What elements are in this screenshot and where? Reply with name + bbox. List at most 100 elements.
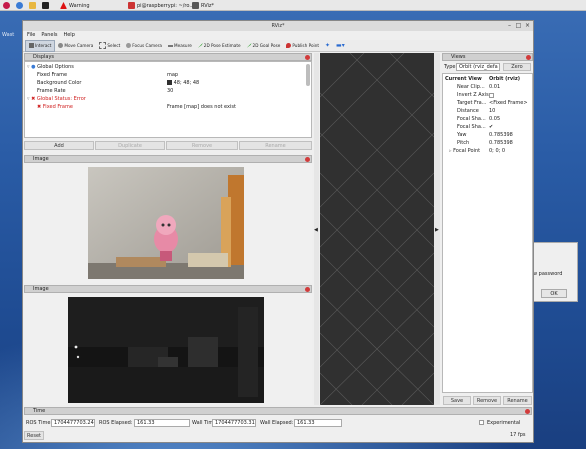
green-arrow-icon bbox=[197, 43, 203, 48]
duplicate-button[interactable]: Duplicate bbox=[95, 141, 165, 150]
add-button[interactable]: Add bbox=[24, 141, 94, 150]
displays-scrollbar[interactable] bbox=[306, 64, 310, 86]
views-save-button[interactable]: Save bbox=[443, 396, 471, 405]
image-panel-2-header: Image bbox=[24, 285, 312, 293]
close-panel-icon[interactable] bbox=[305, 287, 310, 292]
views-row-value[interactable]: 0.785398 bbox=[489, 140, 513, 147]
displays-row-background-color[interactable]: Background Color bbox=[37, 80, 81, 87]
select-icon bbox=[99, 42, 107, 49]
views-row-label[interactable]: Focal Sha... bbox=[457, 124, 486, 131]
views-row-label[interactable]: Target Fra... bbox=[457, 100, 486, 107]
close-icon[interactable]: × bbox=[524, 22, 531, 29]
views-row-label[interactable]: Yaw bbox=[457, 132, 467, 139]
password-dialog-text: w password bbox=[533, 271, 563, 277]
current-view-row[interactable]: Current View bbox=[445, 76, 482, 83]
tool-publish-point[interactable]: Publish Point bbox=[283, 41, 322, 51]
tool-focus-camera[interactable]: Focus Camera bbox=[123, 41, 165, 51]
wall-time-field[interactable]: 1704477703.31 bbox=[212, 419, 256, 427]
view-type-select[interactable]: Orbit (rviz_defa bbox=[456, 63, 500, 71]
warning-icon bbox=[60, 2, 67, 9]
views-row-value[interactable]: 10 bbox=[489, 108, 495, 115]
rename-button[interactable]: Rename bbox=[239, 141, 312, 150]
views-row-label[interactable]: Invert Z Axis bbox=[457, 92, 489, 99]
background-color-value[interactable]: 48; 48; 48 bbox=[167, 80, 199, 87]
invert-z-checkbox[interactable] bbox=[489, 93, 494, 98]
desktop-label: Wast bbox=[2, 32, 15, 38]
displays-row-global-status[interactable]: ▿ ✖ Global Status: Error bbox=[27, 96, 86, 103]
displays-row-fixed-frame-error[interactable]: ✖ Fixed Frame bbox=[37, 104, 73, 111]
image-panel-1 bbox=[24, 163, 312, 283]
ros-elapsed-field[interactable]: 161.33 bbox=[134, 419, 190, 427]
views-row-value[interactable]: 0; 0; 0 bbox=[489, 148, 505, 155]
left-splitter[interactable]: ◀ bbox=[314, 53, 319, 405]
focal-point-row[interactable]: ▹ Focal Point bbox=[449, 148, 480, 155]
move-camera-icon bbox=[58, 43, 64, 48]
maximize-icon[interactable]: □ bbox=[515, 22, 522, 29]
views-rename-button[interactable]: Rename bbox=[503, 396, 532, 405]
views-remove-button[interactable]: Remove bbox=[473, 396, 501, 405]
right-splitter[interactable]: ▶ bbox=[434, 53, 440, 405]
globe-small-icon: ● bbox=[31, 64, 36, 70]
views-row-value[interactable]: 0.05 bbox=[489, 116, 500, 123]
current-view-label: Current View bbox=[445, 76, 482, 82]
background-color-text: 48; 48; 48 bbox=[173, 80, 200, 86]
minimize-icon[interactable]: – bbox=[506, 22, 513, 29]
close-panel-icon[interactable] bbox=[305, 157, 310, 162]
experimental-checkbox[interactable] bbox=[479, 420, 484, 425]
wall-elapsed-field[interactable]: 161.33 bbox=[294, 419, 342, 427]
displays-row-label: Frame Rate bbox=[37, 88, 66, 94]
views-row-value[interactable]: 0.785398 bbox=[489, 132, 513, 139]
folder-icon bbox=[29, 2, 36, 9]
ros-time-label: ROS Time: bbox=[26, 420, 53, 426]
views-row-label[interactable]: Pitch bbox=[457, 140, 469, 147]
displays-row-fixed-frame[interactable]: Fixed Frame bbox=[37, 72, 67, 79]
plus-icon: ✦ bbox=[325, 42, 331, 49]
tool-extra-plus[interactable]: ✦ bbox=[322, 41, 333, 51]
displays-row-frame-rate[interactable]: Frame Rate bbox=[37, 88, 66, 95]
tool-select[interactable]: Select bbox=[96, 41, 123, 51]
views-row-value[interactable]: 0.01 bbox=[489, 84, 500, 91]
menubar: File Panels Help bbox=[23, 31, 533, 40]
displays-row-global-options[interactable]: ▿ ● Global Options bbox=[27, 64, 74, 71]
tool-select-label: Select bbox=[107, 43, 121, 48]
taskbar-warning[interactable]: Warning bbox=[60, 1, 90, 10]
tool-extra-minus[interactable]: ▬▾ bbox=[333, 41, 348, 51]
ok-button[interactable]: OK bbox=[541, 289, 567, 298]
views-row-label[interactable]: Near Clip... bbox=[457, 84, 485, 91]
tool-measure[interactable]: Measure bbox=[165, 41, 195, 51]
reset-button[interactable]: Reset bbox=[24, 431, 44, 440]
tool-focus-camera-label: Focus Camera bbox=[132, 43, 162, 48]
tool-interact[interactable]: Interact bbox=[25, 39, 56, 52]
taskbar-rviz[interactable]: RViz* bbox=[192, 1, 214, 10]
fixed-frame-error-value: Frame [map] does not exist bbox=[167, 104, 236, 110]
taskbar-warning-label: Warning bbox=[69, 2, 90, 9]
ros-time-field[interactable]: 1704477703.24 bbox=[51, 419, 95, 427]
views-row-label[interactable]: Distance bbox=[457, 108, 479, 115]
displays-title: Displays bbox=[33, 54, 55, 60]
fps-readout: 17 fps bbox=[510, 432, 526, 438]
raspberry-menu-button[interactable] bbox=[3, 1, 10, 10]
tool-2d-pose-estimate[interactable]: 2D Pose Estimate bbox=[195, 41, 244, 51]
views-row-value[interactable]: <Fixed Frame> bbox=[489, 100, 528, 107]
terminal-launcher[interactable] bbox=[42, 1, 49, 10]
tool-move-camera[interactable]: Move Camera bbox=[55, 41, 96, 51]
browser-launcher[interactable] bbox=[16, 1, 23, 10]
menu-help[interactable]: Help bbox=[63, 31, 74, 40]
frame-rate-value[interactable]: 30 bbox=[167, 88, 173, 95]
files-launcher[interactable] bbox=[29, 1, 36, 10]
taskbar-terminal[interactable]: pi@raspberrypi: ~/ro... bbox=[128, 1, 194, 10]
focus-camera-icon bbox=[126, 43, 132, 48]
tool-2d-goal-pose[interactable]: 2D Goal Pose bbox=[244, 41, 284, 51]
views-row-label[interactable]: Focal Sha... bbox=[457, 116, 486, 123]
remove-button[interactable]: Remove bbox=[166, 141, 238, 150]
fixed-frame-value[interactable]: map bbox=[167, 72, 178, 79]
render-view-3d[interactable] bbox=[319, 52, 435, 406]
close-panel-icon[interactable] bbox=[526, 55, 531, 60]
close-panel-icon[interactable] bbox=[525, 409, 530, 414]
close-panel-icon[interactable] bbox=[305, 55, 310, 60]
ruler-icon bbox=[168, 44, 173, 47]
displays-row-label: Global Status: Error bbox=[36, 96, 86, 102]
zero-button[interactable]: Zero bbox=[503, 63, 531, 71]
focal-shape-checkbox[interactable]: ✔ bbox=[489, 124, 493, 131]
rviz-window: RViz* – □ × File Panels Help Interact Mo… bbox=[22, 20, 534, 443]
